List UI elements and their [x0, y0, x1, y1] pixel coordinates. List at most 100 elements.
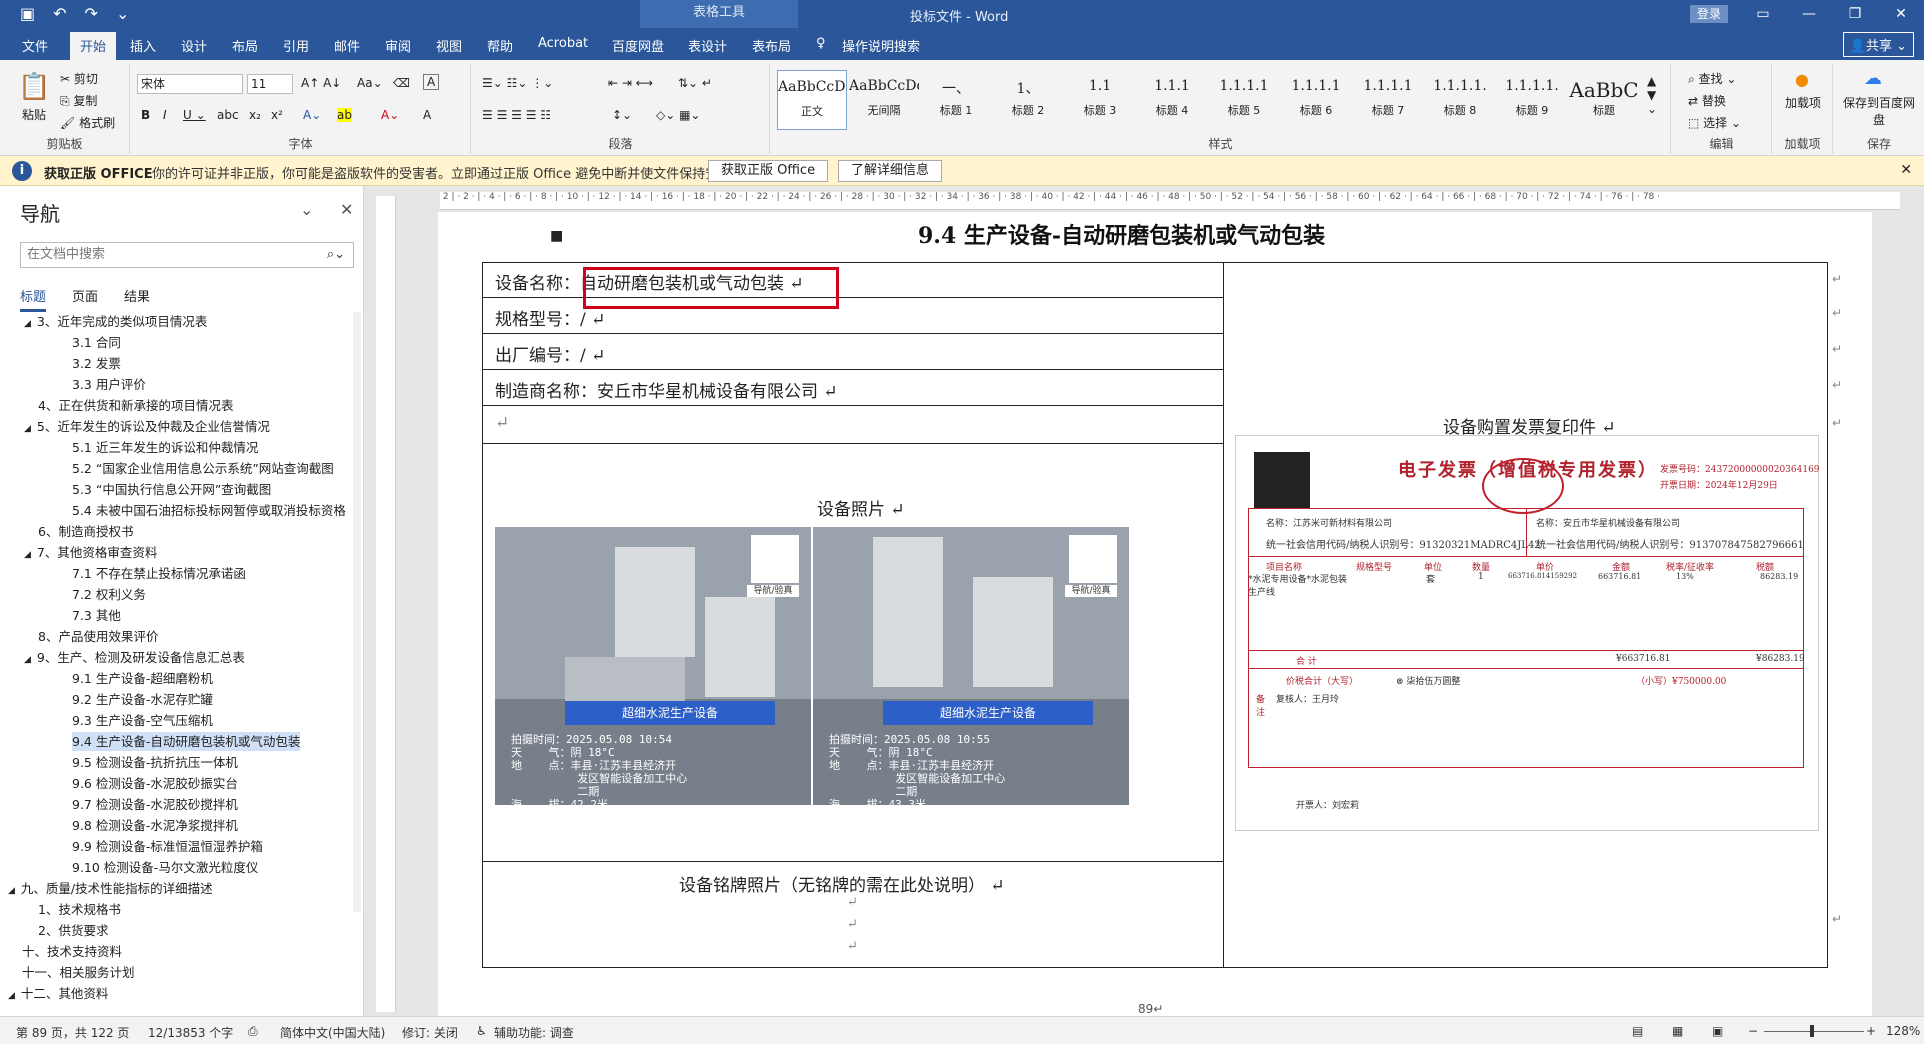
- nav-heading-item[interactable]: 1、技术规格书: [38, 900, 121, 919]
- style-heading-4[interactable]: 1.1.1 标题 4: [1137, 70, 1207, 130]
- nav-heading-item[interactable]: ◢ 九、质量/技术性能指标的详细描述: [8, 879, 213, 898]
- tab-help[interactable]: 帮助: [487, 36, 513, 55]
- nav-heading-item[interactable]: ◢ 9、生产、检测及研发设备信息汇总表: [24, 648, 245, 667]
- style-heading-6[interactable]: 1.1.1.1 标题 6: [1281, 70, 1351, 130]
- nav-search-input[interactable]: 在文档中搜索 ⌕⌄: [20, 242, 354, 268]
- nav-heading-item[interactable]: 十、技术支持资料: [22, 942, 122, 961]
- styles-more-icon[interactable]: ▲ ▼ ⌄: [1647, 74, 1657, 116]
- nav-heading-item[interactable]: 3.1 合同: [72, 333, 121, 352]
- invoice-image[interactable]: 电子发票（增值税专用发票） 发票号码：24372000000020364169 …: [1235, 435, 1820, 831]
- strikethrough-icon[interactable]: abc: [217, 108, 239, 122]
- style-normal[interactable]: AaBbCcDdI 正文: [777, 70, 847, 130]
- nav-heading-item[interactable]: 9.1 生产设备-超细磨粉机: [72, 669, 213, 688]
- equipment-photo-2[interactable]: 导航/验真 超细水泥生产设备 拍摄时间：2025.05.08 10:55 天 气…: [813, 527, 1129, 805]
- addins-button[interactable]: 加载项: [1783, 94, 1823, 111]
- collapse-triangle-icon[interactable]: ◢: [8, 886, 15, 896]
- zoom-slider-thumb[interactable]: [1810, 1025, 1814, 1037]
- text-effects-icon[interactable]: A⌄: [303, 108, 321, 122]
- nav-heading-item[interactable]: ◢ 5、近年发生的诉讼及仲裁及企业信誉情况: [24, 417, 270, 436]
- nav-heading-item[interactable]: 5.2 “国家企业信用信息公示系统”网站查询截图: [72, 459, 334, 478]
- restore-icon[interactable]: ❐: [1832, 0, 1878, 28]
- tab-table-layout[interactable]: 表布局: [752, 36, 791, 55]
- font-size-select[interactable]: 11: [247, 74, 293, 94]
- bullets-icon[interactable]: ☰⌄ ☷⌄ ⋮⌄: [482, 76, 553, 90]
- redo-icon[interactable]: ↷: [85, 4, 98, 23]
- zoom-in-icon[interactable]: +: [1866, 1024, 1876, 1038]
- collapse-triangle-icon[interactable]: ◢: [24, 424, 31, 434]
- collapse-triangle-icon[interactable]: ◢: [24, 550, 31, 560]
- nav-heading-item[interactable]: 7.1 不存在禁止投标情况承诺函: [72, 564, 246, 583]
- close-icon[interactable]: ✕: [1878, 0, 1924, 28]
- bold-icon[interactable]: B: [141, 108, 150, 122]
- italic-icon[interactable]: I: [163, 108, 167, 122]
- undo-icon[interactable]: ↶: [53, 4, 66, 23]
- accessibility-status[interactable]: 辅助功能: 调查: [494, 1024, 574, 1041]
- horizontal-ruler[interactable]: 2 | · 2 · | · 4 · | · 6 · | · 8 · | · 10…: [440, 192, 1900, 210]
- style-no-spacing[interactable]: AaBbCcDdI 无间隔: [849, 70, 919, 130]
- paste-icon[interactable]: 📋: [18, 72, 50, 102]
- close-icon[interactable]: ✕: [340, 200, 353, 219]
- zoom-slider[interactable]: [1764, 1031, 1864, 1032]
- nav-heading-item[interactable]: 9.8 检测设备-水泥净浆搅拌机: [72, 816, 238, 835]
- format-painter-button[interactable]: 🖌 格式刷: [60, 114, 115, 131]
- tab-file[interactable]: 文件: [22, 36, 48, 55]
- chevron-down-icon[interactable]: ⌄: [300, 200, 313, 219]
- search-icon[interactable]: ⌕⌄: [327, 243, 345, 267]
- tab-view[interactable]: 视图: [436, 36, 462, 55]
- nav-heading-item[interactable]: ◢ 十二、其他资料: [8, 984, 108, 1003]
- clear-format-icon[interactable]: ⌫: [393, 76, 410, 90]
- nav-heading-item[interactable]: 9.7 检测设备-水泥胶砂搅拌机: [72, 795, 238, 814]
- char-border-icon[interactable]: A: [423, 74, 440, 90]
- nav-heading-item[interactable]: 7.2 权利义务: [72, 585, 146, 604]
- nav-heading-item[interactable]: 6、制造商授权书: [38, 522, 133, 541]
- collapse-triangle-icon[interactable]: ◢: [24, 655, 31, 665]
- print-layout-icon[interactable]: ▦: [1672, 1024, 1683, 1038]
- customize-icon[interactable]: ⌄: [116, 4, 129, 23]
- nav-heading-item[interactable]: 3.3 用户评价: [72, 375, 146, 394]
- nav-heading-item[interactable]: 7.3 其他: [72, 606, 121, 625]
- nav-scrollbar[interactable]: [353, 312, 361, 912]
- nav-heading-item[interactable]: 3.2 发票: [72, 354, 121, 373]
- collapse-triangle-icon[interactable]: ◢: [8, 991, 15, 1001]
- cloud-icon[interactable]: ☁: [1864, 68, 1882, 89]
- align-icons[interactable]: ☰ ☰ ☰ ☰ ☷: [482, 108, 551, 122]
- style-title[interactable]: AaBbC 标题: [1569, 70, 1639, 130]
- style-heading-8[interactable]: 1.1.1.1. 标题 8: [1425, 70, 1495, 130]
- nav-heading-item[interactable]: 5.1 近三年发生的诉讼和仲裁情况: [72, 438, 258, 457]
- share-button[interactable]: 👤共享 ⌄: [1842, 32, 1914, 57]
- copy-button[interactable]: ⎘ 复制: [60, 92, 97, 109]
- indent-icon[interactable]: ⇤ ⇥ ⟷: [608, 76, 653, 90]
- nav-heading-item[interactable]: 9.10 检测设备-马尔文激光粒度仪: [72, 858, 258, 877]
- nav-tab-headings[interactable]: 标题: [20, 286, 47, 312]
- sort-icon[interactable]: ⇅⌄ ↵: [678, 76, 712, 90]
- read-mode-icon[interactable]: ▤: [1632, 1024, 1643, 1038]
- tab-home[interactable]: 开始: [70, 32, 117, 60]
- font-name-select[interactable]: 宋体: [137, 74, 243, 94]
- tab-table-design[interactable]: 表设计: [688, 36, 727, 55]
- style-heading-5[interactable]: 1.1.1.1 标题 5: [1209, 70, 1279, 130]
- track-changes[interactable]: 修订: 关闭: [402, 1024, 458, 1041]
- equipment-table[interactable]: 设备名称：自动研磨包装机或气动包装 ↵ 规格型号：/ ↵ 出厂编号：/ ↵ 制造…: [482, 262, 1828, 968]
- language[interactable]: 简体中文(中国大陆): [280, 1024, 385, 1041]
- replace-button[interactable]: ⇄ 替换: [1688, 92, 1726, 109]
- style-heading-3[interactable]: 1.1 标题 3: [1065, 70, 1135, 130]
- nav-heading-item[interactable]: 2、供货要求: [38, 921, 108, 940]
- minimize-icon[interactable]: —: [1786, 0, 1832, 28]
- get-genuine-button[interactable]: 获取正版 Office: [708, 160, 829, 182]
- find-button[interactable]: ⌕ 查找 ⌄: [1688, 70, 1736, 87]
- subscript-icon[interactable]: x₂: [249, 108, 261, 122]
- nav-heading-item[interactable]: 4、正在供货和新承接的项目情况表: [38, 396, 233, 415]
- nav-heading-item[interactable]: 9.9 检测设备-标准恒温恒湿养护箱: [72, 837, 263, 856]
- document-page[interactable]: ■ 9.4 生产设备-自动研磨包装机或气动包装 设备名称：自动研磨包装机或气动包…: [438, 212, 1872, 1016]
- paste-button[interactable]: 粘贴: [22, 106, 46, 123]
- nav-heading-item[interactable]: 十一、相关服务计划: [22, 963, 135, 982]
- nav-tab-pages[interactable]: 页面: [72, 286, 98, 312]
- word-count[interactable]: 12/13853 个字: [148, 1024, 233, 1041]
- addins-icon[interactable]: ●: [1795, 70, 1809, 89]
- line-spacing-icon[interactable]: ↕⌄: [612, 108, 632, 122]
- nav-heading-item[interactable]: 9.2 生产设备-水泥存贮罐: [72, 690, 213, 709]
- close-icon[interactable]: ✕: [1900, 162, 1912, 178]
- highlight-icon[interactable]: ab: [337, 108, 352, 122]
- proofing-icon[interactable]: ⎙: [248, 1024, 258, 1039]
- grow-font-icon[interactable]: A↑ A↓: [301, 76, 341, 90]
